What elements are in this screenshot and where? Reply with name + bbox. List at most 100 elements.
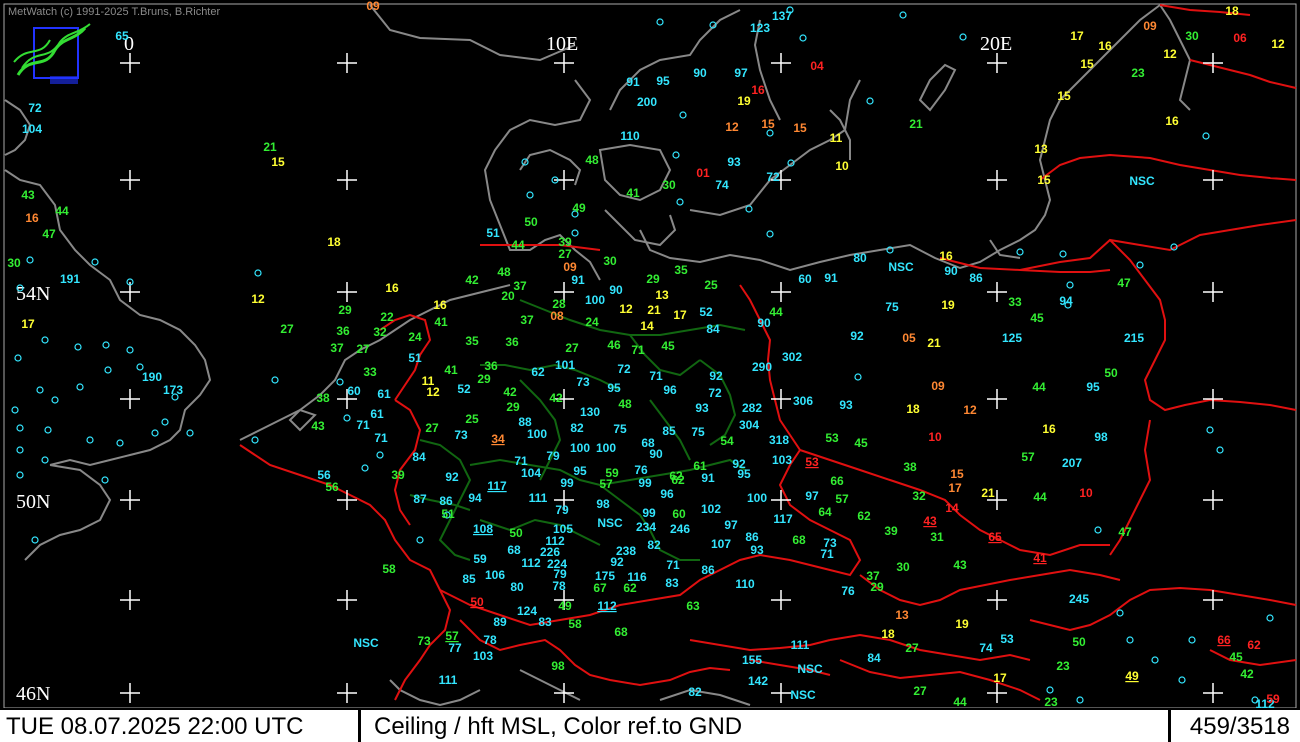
station-value: 18 — [1225, 4, 1239, 18]
station-value: 29 — [646, 272, 660, 286]
station-value: NSC — [597, 516, 623, 530]
station-value: 44 — [769, 305, 783, 319]
station-dot — [656, 18, 664, 26]
station-value: 16 — [939, 249, 953, 263]
grid-cross — [337, 170, 357, 190]
station-value: 91 — [701, 471, 715, 485]
station-value: 71 — [649, 369, 663, 383]
station-value: 62 — [1247, 638, 1261, 652]
station-value: 46 — [607, 338, 621, 352]
station-value: NSC — [1129, 174, 1155, 188]
station-value: 37 — [520, 313, 534, 327]
station-value: 79 — [555, 503, 569, 517]
grid-cross — [1203, 490, 1223, 510]
station-value: 43 — [21, 188, 35, 202]
station-value: 41 — [444, 363, 458, 377]
station-value: 30 — [896, 560, 910, 574]
station-value: 49 — [558, 599, 572, 613]
station-value: 24 — [408, 330, 422, 344]
lat-lon-grid — [120, 53, 1223, 703]
station-value: 91 — [571, 273, 585, 287]
station-value: NSC — [797, 662, 823, 676]
station-value: 74 — [979, 641, 993, 655]
station-dot — [254, 269, 262, 277]
station-value: 111 — [529, 491, 548, 505]
station-dot — [1066, 281, 1074, 289]
station-value: 15 — [1037, 173, 1051, 187]
station-value: 87 — [413, 492, 427, 506]
station-value: 32 — [912, 489, 926, 503]
station-value: 98 — [1094, 430, 1108, 444]
station-value: 17 — [673, 308, 687, 322]
station-value: 48 — [585, 153, 599, 167]
station-dot — [526, 191, 534, 199]
map-canvas[interactable]: 0 10E 20E 54N 50N 46N 0965137123180906 12… — [0, 0, 1300, 740]
station-value: 17 — [993, 671, 1007, 685]
station-dot — [1059, 250, 1067, 258]
station-value: 53 — [1000, 632, 1014, 646]
station-value: 30 — [662, 178, 676, 192]
station-value: 21 — [909, 117, 923, 131]
station-value: 85 — [462, 572, 476, 586]
station-value: 245 — [1069, 592, 1089, 606]
station-value: 04 — [810, 59, 824, 73]
station-value: 21 — [927, 336, 941, 350]
station-value: 48 — [618, 397, 632, 411]
station-value: 72 — [766, 170, 780, 184]
station-value: 47 — [42, 227, 56, 241]
station-value: 83 — [538, 615, 552, 629]
station-dot — [271, 376, 279, 384]
station-value: 24 — [585, 315, 599, 329]
station-value: 53 — [805, 455, 819, 469]
station-value: 27 — [425, 421, 439, 435]
station-value: 45 — [1229, 650, 1243, 664]
grid-cross — [337, 683, 357, 703]
map-border — [3, 3, 1297, 709]
station-value: 10 — [835, 159, 849, 173]
station-value: 99 — [642, 506, 656, 520]
station-value: 44 — [55, 204, 69, 218]
station-value: 43 — [311, 419, 325, 433]
station-value: 42 — [1240, 667, 1254, 681]
station-value: 41 — [434, 315, 448, 329]
station-value: 42 — [549, 391, 563, 405]
station-value: 12 — [1163, 47, 1177, 61]
station-value: 17 — [1070, 29, 1084, 43]
station-dot — [41, 456, 49, 464]
station-value: 97 — [734, 66, 748, 80]
station-value: 91 — [824, 271, 838, 285]
station-value: 29 — [338, 303, 352, 317]
station-value: 12 — [725, 120, 739, 134]
status-separator — [358, 710, 361, 742]
station-value: 09 — [931, 379, 945, 393]
station-value: 20 — [501, 289, 515, 303]
station-dot — [1151, 656, 1159, 664]
station-value: 90 — [649, 447, 663, 461]
national-borders — [239, 4, 1297, 701]
status-bar: TUE 08.07.2025 22:00 UTC Ceiling / hft M… — [0, 708, 1300, 742]
station-value: 90 — [944, 264, 958, 278]
station-value: 06 — [1233, 31, 1247, 45]
station-value: 75 — [613, 422, 627, 436]
station-value: 29 — [477, 372, 491, 386]
station-dot — [101, 476, 109, 484]
station-dot — [16, 424, 24, 432]
station-value: 98 — [551, 659, 565, 673]
station-dot — [116, 439, 124, 447]
station-dot — [866, 97, 874, 105]
station-value: 15 — [1057, 89, 1071, 103]
station-value: 191 — [60, 272, 80, 286]
map-frame[interactable]: 0 10E 20E 54N 50N 46N 09 65 137 123 18 09 06 12… — [0, 0, 1300, 742]
station-value: 15 — [793, 121, 807, 135]
station-value: 95 — [737, 467, 751, 481]
station-value: 30 — [603, 254, 617, 268]
grid-cross — [554, 170, 574, 190]
station-value: 100 — [585, 293, 605, 307]
grid-cross — [1203, 170, 1223, 190]
station-value: 19 — [941, 298, 955, 312]
station-value: 93 — [727, 155, 741, 169]
grid-cross — [337, 282, 357, 302]
station-value: 75 — [885, 300, 899, 314]
station-value: 15 — [271, 155, 285, 169]
station-value: 29 — [870, 580, 884, 594]
